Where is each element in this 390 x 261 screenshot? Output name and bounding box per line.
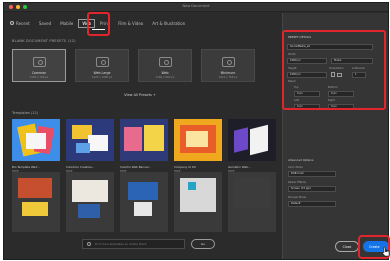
tab-label: Mobile bbox=[60, 20, 74, 26]
template-thumbnail[interactable] bbox=[66, 172, 114, 232]
hand-cursor-icon bbox=[382, 246, 390, 257]
template-name: Isometric Web... bbox=[228, 165, 251, 169]
search-placeholder: Find more templates on Adobe Stock bbox=[95, 242, 147, 246]
close-button[interactable]: Close bbox=[335, 241, 359, 252]
tab-label: Recent bbox=[16, 20, 30, 26]
template-card[interactable]: Bio Template Wed... FREE bbox=[12, 119, 60, 173]
tab-label: Film & Video bbox=[118, 20, 144, 26]
view-all-presets-link[interactable]: View All Presets + bbox=[4, 93, 276, 97]
template-name: Bio Template Wed... bbox=[12, 165, 40, 169]
preset-size: 1366 x 768 px bbox=[29, 76, 49, 79]
template-thumbnail bbox=[66, 119, 114, 161]
preset-card-common[interactable]: Common 1366 x 768 px bbox=[12, 49, 66, 82]
web-tab-highlight bbox=[87, 12, 110, 36]
preset-details-highlight bbox=[282, 30, 386, 110]
preview-mode-label: Preview Mode bbox=[288, 196, 306, 199]
advanced-options-toggle[interactable]: Advanced Options bbox=[288, 158, 314, 162]
document-icon bbox=[222, 57, 235, 67]
preset-card-web-large[interactable]: Web Large 1920 x 1080 px bbox=[75, 49, 129, 82]
document-icon bbox=[33, 57, 46, 67]
template-thumbnail[interactable] bbox=[120, 172, 168, 232]
template-thumbnail bbox=[174, 119, 222, 161]
tab-art-illustration[interactable]: Art & Illustration bbox=[152, 21, 185, 26]
tab-mobile[interactable]: Mobile bbox=[60, 21, 73, 26]
preset-list: Common 1366 x 768 px Web Large 1920 x 10… bbox=[12, 49, 255, 82]
preset-card-minimum[interactable]: Minimum 1024 x 768 px bbox=[201, 49, 255, 82]
title-bar: New Document bbox=[4, 3, 388, 12]
preset-size: 1920 x 1080 px bbox=[91, 76, 113, 79]
template-card[interactable]: Colorbloc Creative... FREE bbox=[66, 119, 114, 173]
window-title: New Document bbox=[182, 4, 210, 8]
go-button[interactable]: Go bbox=[191, 239, 215, 249]
active-tab-indicator bbox=[92, 29, 105, 30]
tab-label: Art & Illustration bbox=[152, 20, 186, 26]
preset-name: Web Large bbox=[93, 71, 111, 75]
document-icon bbox=[96, 57, 109, 67]
tab-saved[interactable]: Saved bbox=[39, 21, 51, 26]
template-thumbnail bbox=[12, 119, 60, 161]
template-card[interactable]: Isometric Web... FREE bbox=[228, 119, 276, 173]
preset-name: Web bbox=[161, 71, 169, 75]
preset-card-web[interactable]: Web 1280 x 800 px bbox=[138, 49, 192, 82]
template-list: Bio Template Wed... FREE Colorbloc Creat… bbox=[12, 119, 276, 173]
tab-label: Saved bbox=[38, 20, 52, 26]
template-name: Colorbloc Creative... bbox=[66, 165, 95, 169]
template-card[interactable]: Company UI Kit FREE bbox=[174, 119, 222, 173]
preset-size: 1024 x 768 px bbox=[218, 76, 238, 79]
template-card[interactable]: Colorful Web Banner... FREE bbox=[120, 119, 168, 173]
document-icon bbox=[159, 57, 172, 67]
template-thumbnail bbox=[228, 119, 276, 161]
stock-search-input[interactable]: Find more templates on Adobe Stock bbox=[82, 239, 185, 249]
template-thumbnail[interactable] bbox=[174, 172, 222, 232]
template-thumbnail bbox=[120, 119, 168, 161]
preset-size: 1280 x 800 px bbox=[155, 76, 175, 79]
presets-heading: BLANK DOCUMENT PRESETS (12) bbox=[12, 39, 76, 43]
templates-heading: Templates (12) bbox=[12, 111, 39, 115]
template-thumbnail[interactable] bbox=[12, 172, 60, 232]
template-name: Company UI Kit bbox=[174, 165, 196, 169]
color-mode-label: Color Mode bbox=[288, 166, 303, 169]
template-name: Colorful Web Banner... bbox=[120, 165, 152, 169]
preview-mode-select[interactable]: Default bbox=[288, 201, 336, 207]
template-thumbnail[interactable] bbox=[228, 172, 276, 232]
preset-name: Common bbox=[31, 71, 47, 75]
raster-effects-select[interactable]: Screen (72 ppi) bbox=[288, 186, 336, 192]
search-icon bbox=[87, 242, 91, 246]
preset-name: Minimum bbox=[220, 71, 236, 75]
raster-effects-label: Raster Effects bbox=[288, 181, 307, 184]
recent-icon bbox=[10, 21, 14, 25]
template-list-more bbox=[12, 172, 276, 232]
tab-recent[interactable]: Recent bbox=[10, 21, 30, 26]
color-mode-select[interactable]: RGB Color bbox=[288, 171, 336, 177]
tab-film-video[interactable]: Film & Video bbox=[118, 21, 143, 26]
